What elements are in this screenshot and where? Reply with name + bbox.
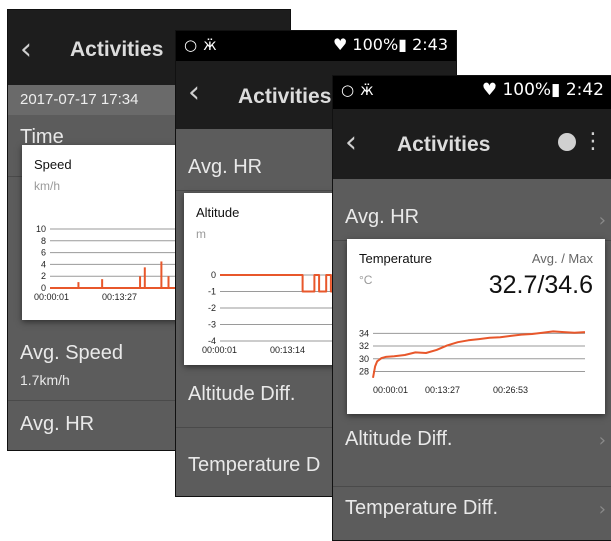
chevron-right-icon: › <box>598 499 606 520</box>
x-tick-label: 00:00:01 <box>373 385 408 395</box>
row-value: 1.7km/h <box>20 372 70 388</box>
sync-icon[interactable] <box>558 133 576 151</box>
target-icon: ○ <box>184 36 204 54</box>
status-right: ♥ 100%▮ 2:43 <box>333 35 448 54</box>
chevron-right-icon: › <box>598 430 606 451</box>
row-avg-hr[interactable]: Avg. HR › <box>333 180 611 241</box>
speed-bar <box>101 279 104 288</box>
page-title: Activities <box>397 133 491 156</box>
status-bar: ○ӝ ♥ 100%▮ 2:42 <box>333 76 611 109</box>
y-tick-label: -2 <box>208 303 216 313</box>
speed-bar <box>143 267 146 288</box>
speed-bar <box>167 276 170 288</box>
row-label: Altitude Diff. <box>345 428 453 450</box>
temperature-chart: 28 30 32 34 00:00:01 00:13:27 00:26:53 <box>359 328 586 395</box>
chevron-right-icon: › <box>598 210 606 231</box>
y-tick-label: 0 <box>211 270 216 280</box>
y-tick-label: 2 <box>41 271 46 281</box>
y-tick-label: 6 <box>41 248 46 258</box>
status-bar: ○ӝ ♥ 100%▮ 2:43 <box>176 31 456 61</box>
more-vert-icon[interactable]: ⋮ <box>582 129 604 154</box>
y-tick-label: 4 <box>41 259 46 269</box>
y-tick-label: 34 <box>359 328 369 338</box>
row-label: Avg. Speed <box>20 342 124 364</box>
y-tick-label: 30 <box>359 354 369 364</box>
page-title: Activities <box>238 85 332 108</box>
target-icon: ○ <box>341 81 361 99</box>
page-title: Activities <box>70 38 164 61</box>
row-label: Avg. HR <box>345 206 420 228</box>
x-tick-label: 00:13:27 <box>425 385 460 395</box>
x-tick-label: 00:26:53 <box>493 385 528 395</box>
row-label: Avg. HR <box>188 156 263 178</box>
speed-bar <box>160 261 163 288</box>
bug-icon: ӝ <box>203 36 223 54</box>
chevron-left-icon[interactable]: ‹ <box>20 32 32 67</box>
y-tick-label: 28 <box>359 366 369 376</box>
chevron-left-icon[interactable]: ‹ <box>345 125 357 160</box>
bug-icon: ӝ <box>360 81 380 99</box>
status-icons: ○ӝ <box>341 81 380 99</box>
x-tick-label: 00:00:01 <box>34 292 69 302</box>
row-altitude-diff[interactable]: Altitude Diff. › <box>333 416 611 487</box>
status-icons: ○ӝ <box>184 36 223 54</box>
speed-bar <box>139 276 142 288</box>
y-tick-label: 10 <box>36 224 46 234</box>
temperature-chart-card: Temperature °C Avg. / Max 32.7/34.6 28 30… <box>347 239 605 414</box>
y-tick-label: 8 <box>41 236 46 246</box>
date-text: 2017-07-17 17:34 <box>20 91 139 108</box>
row-label: Temperature D <box>188 454 321 476</box>
status-right: ♥ 100%▮ 2:42 <box>481 80 604 100</box>
chevron-left-icon[interactable]: ‹ <box>188 75 200 110</box>
app-bar: ‹ Activities ⋮ <box>333 109 611 179</box>
row-label: Altitude Diff. <box>188 383 296 405</box>
y-tick-label: -1 <box>208 287 216 297</box>
x-tick-label: 00:13:14 <box>270 345 305 355</box>
series-line <box>372 330 586 378</box>
row-label: Avg. HR <box>20 413 95 435</box>
y-tick-label: 32 <box>359 341 369 351</box>
y-tick-label: -3 <box>208 320 216 330</box>
phone-temperature-screen: ○ӝ ♥ 100%▮ 2:42 ‹ Activities ⋮ Avg. HR ›… <box>332 75 611 541</box>
row-temperature-diff[interactable]: Temperature Diff. › <box>333 487 611 540</box>
x-tick-label: 00:00:01 <box>202 345 237 355</box>
x-tick-label: 00:13:27 <box>102 292 137 302</box>
row-label: Temperature Diff. <box>345 497 499 519</box>
